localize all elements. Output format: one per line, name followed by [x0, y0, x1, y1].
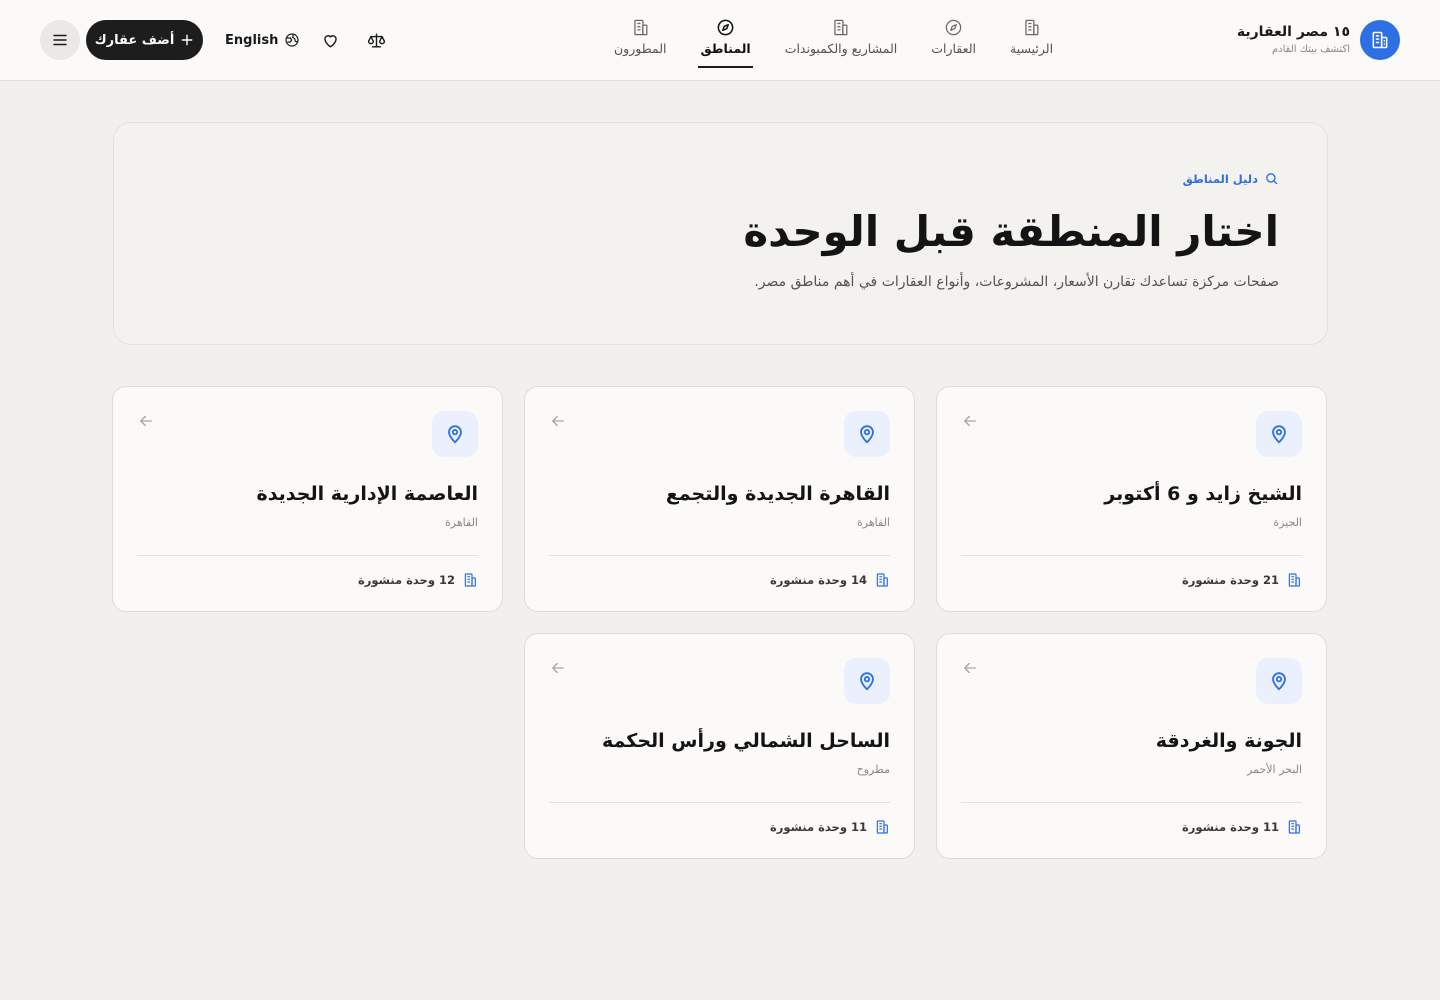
hero-kicker-label: دليل المناطق [1182, 171, 1258, 186]
page-subtitle: صفحات مركزة تساعدك تقارن الأسعار، المشرو… [754, 274, 1279, 290]
nav-item-properties[interactable]: العقارات [929, 12, 978, 68]
building-icon [1025, 19, 1039, 36]
area-unit-count-label: 11 وحدة منشورة [769, 820, 867, 834]
location-pin-icon [844, 411, 890, 457]
nav-item-home[interactable]: الرئيسية [1008, 12, 1055, 68]
nav-label: المطورون [614, 41, 667, 56]
favorites-button[interactable] [320, 30, 340, 50]
language-button[interactable]: English [225, 20, 300, 60]
main-nav: الرئيسية العقارات المشاريع والكمبوندات ا… [612, 12, 1055, 70]
card-divider [961, 802, 1302, 803]
location-pin-icon [1256, 411, 1302, 457]
area-unit-count: 11 وحدة منشورة [770, 819, 890, 835]
hero-kicker: دليل المناطق [1183, 171, 1279, 186]
area-unit-count: 12 وحدة منشورة [358, 572, 478, 588]
area-unit-count: 14 وحدة منشورة [770, 572, 890, 588]
area-unit-count: 11 وحدة منشورة [1182, 819, 1302, 835]
hero-section: دليل المناطق اختار المنطقة قبل الوحدة صف… [113, 122, 1328, 345]
brand-logo-icon [1360, 20, 1400, 60]
area-unit-count-label: 21 وحدة منشورة [1181, 573, 1279, 587]
card-divider [549, 802, 890, 803]
area-unit-count: 21 وحدة منشورة [1182, 572, 1302, 588]
brand-name: ١٥ مصر العقارية [1236, 24, 1350, 40]
brand[interactable]: ١٥ مصر العقارية اكتشف بيتك القادم [1237, 19, 1400, 61]
area-governorate: القاهرة [445, 516, 478, 529]
area-title: القاهرة الجديدة والتجمع [665, 483, 890, 505]
header-actions: أضف عقارك English [40, 20, 385, 60]
search-icon [1266, 173, 1278, 185]
area-card-north-coast[interactable]: الساحل الشمالي ورأس الحكمة مطروح 11 وحدة… [524, 633, 915, 859]
nav-label: العقارات [931, 41, 976, 56]
globe-icon [285, 33, 299, 47]
building-icon [464, 573, 476, 587]
area-card-new-capital[interactable]: العاصمة الإدارية الجديدة القاهرة 12 وحدة… [112, 386, 503, 612]
area-unit-count-label: 11 وحدة منشورة [1181, 820, 1279, 834]
location-pin-icon [844, 658, 890, 704]
card-divider [549, 555, 890, 556]
compass-icon [717, 19, 734, 36]
area-unit-count-label: 12 وحدة منشورة [357, 573, 455, 587]
arrow-left-icon [140, 415, 152, 427]
area-card-new-cairo[interactable]: القاهرة الجديدة والتجمع القاهرة 14 وحدة … [524, 386, 915, 612]
arrow-left-icon [552, 415, 564, 427]
nav-label: الرئيسية [1010, 41, 1054, 56]
top-header: ١٥ مصر العقارية اكتشف بيتك القادم الرئيس… [0, 0, 1440, 81]
menu-button[interactable] [40, 20, 80, 60]
area-card-el-gouna[interactable]: الجونة والغردقة البحر الأحمر 11 وحدة منش… [936, 633, 1327, 859]
area-title: الساحل الشمالي ورأس الحكمة [602, 730, 890, 752]
compass-icon [945, 19, 962, 36]
nav-item-areas[interactable]: المناطق [698, 12, 753, 68]
area-unit-count-label: 14 وحدة منشورة [769, 573, 867, 587]
add-property-button[interactable]: أضف عقارك [86, 20, 203, 60]
area-title: العاصمة الإدارية الجديدة [256, 483, 478, 505]
page-title: اختار المنطقة قبل الوحدة [743, 207, 1279, 256]
building-icon [876, 573, 888, 587]
location-pin-icon [432, 411, 478, 457]
arrow-left-icon [552, 662, 564, 674]
nav-label: المناطق [700, 41, 751, 56]
scale-icon [367, 32, 385, 48]
compare-button[interactable] [366, 30, 386, 50]
area-governorate: البحر الأحمر [1247, 763, 1302, 776]
plus-icon [181, 34, 193, 46]
brand-tagline: اكتشف بيتك القادم [1271, 44, 1350, 55]
area-card-sheikh-zayed[interactable]: الشيخ زايد و 6 أكتوبر الجيزة 21 وحدة منش… [936, 386, 1327, 612]
building-icon [876, 820, 888, 834]
arrow-left-icon [964, 415, 976, 427]
location-pin-icon [1256, 658, 1302, 704]
building-icon [1288, 573, 1300, 587]
area-title: الجونة والغردقة [1155, 730, 1302, 752]
hamburger-icon [53, 34, 67, 46]
card-divider [961, 555, 1302, 556]
nav-item-projects[interactable]: المشاريع والكمبوندات [783, 12, 900, 68]
add-property-label: أضف عقارك [94, 32, 175, 48]
area-governorate: مطروح [856, 763, 890, 776]
area-governorate: القاهرة [857, 516, 890, 529]
heart-icon [323, 34, 337, 48]
card-divider [137, 555, 478, 556]
area-governorate: الجيزة [1273, 516, 1302, 529]
arrow-left-icon [964, 662, 976, 674]
nav-label: المشاريع والكمبوندات [784, 41, 898, 56]
area-title: الشيخ زايد و 6 أكتوبر [1104, 483, 1302, 505]
language-label: English [225, 32, 279, 48]
building-icon [634, 19, 648, 36]
nav-item-developers[interactable]: المطورون [612, 12, 668, 68]
building-icon [1288, 820, 1300, 834]
building-icon [834, 19, 848, 36]
